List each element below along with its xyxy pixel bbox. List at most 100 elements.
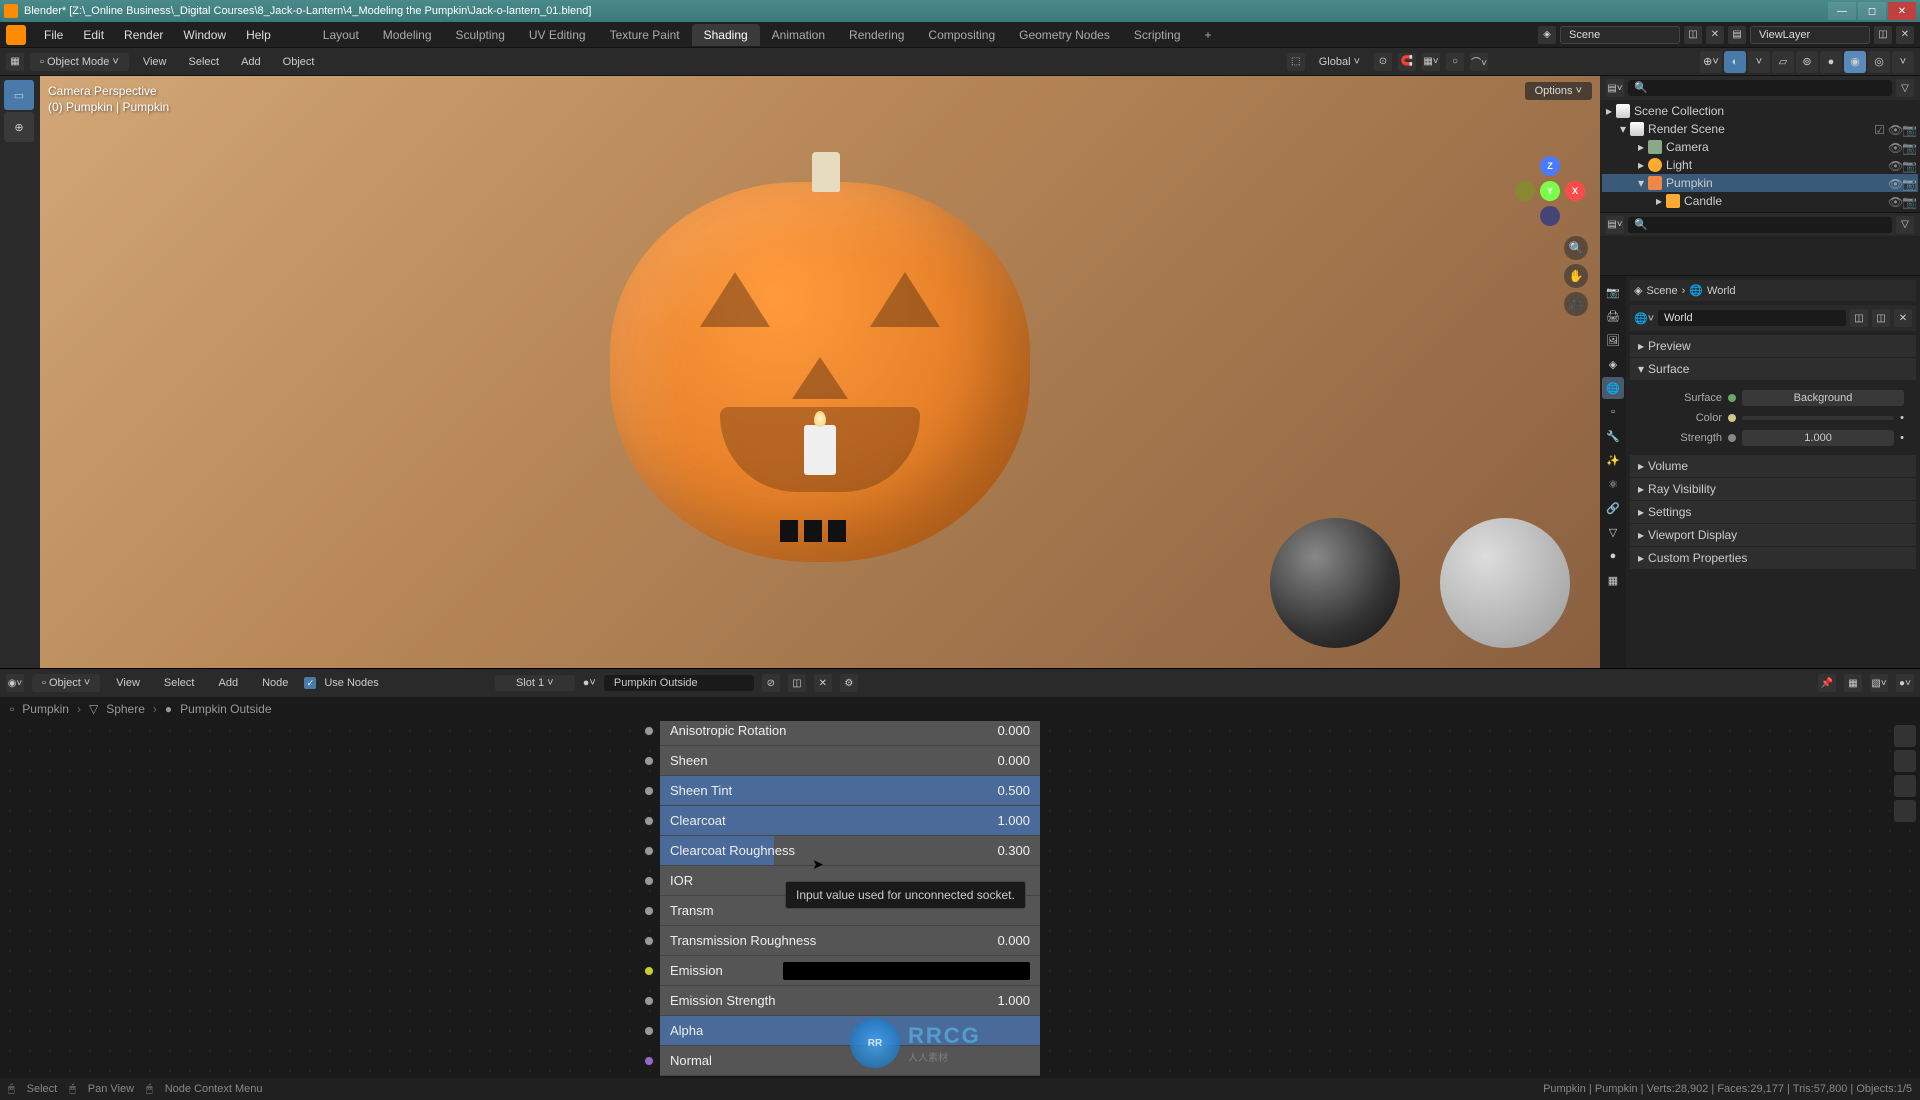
overlay-dropdown-icon[interactable]: ˅ xyxy=(1748,51,1770,73)
prop-tab-physics[interactable]: ⚛ xyxy=(1602,473,1624,495)
tab-add[interactable]: + xyxy=(1193,24,1224,46)
node-shading-icon[interactable]: ●˅ xyxy=(1896,674,1914,692)
tab-compositing[interactable]: Compositing xyxy=(916,24,1007,46)
mat-delete-icon[interactable]: ✕ xyxy=(814,674,832,692)
panel-surface[interactable]: ▾ Surface xyxy=(1630,358,1916,380)
prop-tab-modifier[interactable]: 🔧 xyxy=(1602,425,1624,447)
tab-rendering[interactable]: Rendering xyxy=(837,24,916,46)
layer-delete-icon[interactable]: ✕ xyxy=(1896,26,1914,44)
menu-render[interactable]: Render xyxy=(114,24,173,46)
world-delete-icon[interactable]: ✕ xyxy=(1894,309,1912,327)
prop-tab-view[interactable]: 🖼 xyxy=(1602,329,1624,351)
node-node[interactable]: Node xyxy=(254,674,296,692)
node-canvas[interactable]: Anisotropic Rotation0.000 Sheen0.000 She… xyxy=(0,721,1920,1078)
snap-type-icon[interactable]: ▦˅ xyxy=(1422,53,1440,71)
header-view[interactable]: View xyxy=(135,53,175,71)
close-button[interactable]: ✕ xyxy=(1888,2,1916,20)
3d-viewport[interactable]: ▭ ⊕ Camera Perspective (0) Pumpkin | Pum… xyxy=(0,76,1600,668)
prop-tab-particles[interactable]: ✨ xyxy=(1602,449,1624,471)
camera-view-icon[interactable]: 🎥 xyxy=(1564,292,1588,316)
tab-layout[interactable]: Layout xyxy=(311,24,371,46)
node-tool-3[interactable] xyxy=(1894,775,1916,797)
outliner-search[interactable] xyxy=(1628,80,1892,96)
gizmo-toggle-icon[interactable]: ⊕˅ xyxy=(1700,51,1722,73)
shading-rendered-icon[interactable]: ◎ xyxy=(1868,51,1890,73)
mat-copy-icon[interactable]: ◫ xyxy=(788,674,806,692)
layer-icon[interactable]: ▤ xyxy=(1728,26,1746,44)
tree-render-scene[interactable]: ▾ Render Scene ☑👁📷 xyxy=(1602,120,1918,138)
tab-shading[interactable]: Shading xyxy=(692,24,760,46)
outliner-type-icon[interactable]: ▤˅ xyxy=(1606,79,1624,97)
use-nodes-checkbox[interactable]: ✓ xyxy=(304,677,316,689)
maximize-button[interactable]: ◻ xyxy=(1858,2,1886,20)
node-tool-2[interactable] xyxy=(1894,750,1916,772)
panel-settings[interactable]: ▸ Settings xyxy=(1630,501,1916,523)
prop-tab-material[interactable]: ● xyxy=(1602,545,1624,567)
prop-tab-world[interactable]: 🌐 xyxy=(1602,377,1624,399)
header-select[interactable]: Select xyxy=(180,53,227,71)
snap-icon[interactable]: 🧲 xyxy=(1398,53,1416,71)
header-add[interactable]: Add xyxy=(233,53,269,71)
zoom-icon[interactable]: 🔍 xyxy=(1564,236,1588,260)
node-object-select[interactable]: ▫ Object ˅ xyxy=(32,674,100,692)
proportional-type-icon[interactable]: ⌒˅ xyxy=(1470,53,1488,71)
shading-dropdown-icon[interactable]: ˅ xyxy=(1892,51,1914,73)
prop-tab-output[interactable]: 🖨 xyxy=(1602,305,1624,327)
menu-file[interactable]: File xyxy=(34,24,73,46)
node-tool-1[interactable] xyxy=(1894,725,1916,747)
cursor-tool[interactable]: ⊕ xyxy=(4,112,34,142)
pan-icon[interactable]: ✋ xyxy=(1564,264,1588,288)
scene-icon[interactable]: ◈ xyxy=(1538,26,1556,44)
overlay-toggle-icon[interactable]: ◐ xyxy=(1724,51,1746,73)
editor-type-icon[interactable]: ▦ xyxy=(6,53,24,71)
blender-logo[interactable] xyxy=(6,25,26,45)
filter-icon[interactable]: ▽ xyxy=(1896,79,1914,97)
tree-candle[interactable]: ▸ Candle 👁📷 xyxy=(1602,192,1918,210)
header-object[interactable]: Object xyxy=(275,53,323,71)
shading-wireframe-icon[interactable]: ⊚ xyxy=(1796,51,1818,73)
node-pin-icon[interactable]: 📌 xyxy=(1818,674,1836,692)
tree-light[interactable]: ▸ Light 👁📷 xyxy=(1602,156,1918,174)
tab-scripting[interactable]: Scripting xyxy=(1122,24,1193,46)
slot-select[interactable]: Slot 1 ˅ xyxy=(495,675,575,691)
menu-edit[interactable]: Edit xyxy=(73,24,114,46)
panel-preview[interactable]: ▸ Preview xyxy=(1630,335,1916,357)
tab-modeling[interactable]: Modeling xyxy=(371,24,444,46)
scene-delete-icon[interactable]: ✕ xyxy=(1706,26,1724,44)
orientation-select[interactable]: Global ˅ xyxy=(1311,53,1368,71)
node-tool-4[interactable] xyxy=(1894,800,1916,822)
orientation-icon[interactable]: ⬚ xyxy=(1287,53,1305,71)
tab-sculpting[interactable]: Sculpting xyxy=(444,24,517,46)
node-editor-type-icon[interactable]: ◉˅ xyxy=(6,674,24,692)
world-name-input[interactable] xyxy=(1658,310,1846,326)
options-button[interactable]: Options ˅ xyxy=(1525,82,1592,100)
select-tool[interactable]: ▭ xyxy=(4,80,34,110)
mat-pin-icon[interactable]: ⊘ xyxy=(762,674,780,692)
layer-new-icon[interactable]: ◫ xyxy=(1874,26,1892,44)
panel-volume[interactable]: ▸ Volume xyxy=(1630,455,1916,477)
world-copy-icon[interactable]: ◫ xyxy=(1850,309,1868,327)
panel-viewport[interactable]: ▸ Viewport Display xyxy=(1630,524,1916,546)
tree-pumpkin[interactable]: ▾ Pumpkin 👁📷 xyxy=(1602,174,1918,192)
prop-tab-object[interactable]: ▫ xyxy=(1602,401,1624,423)
nav-gizmo[interactable]: Z Y X xyxy=(1515,156,1585,226)
panel-custom[interactable]: ▸ Custom Properties xyxy=(1630,547,1916,569)
xray-icon[interactable]: ▱ xyxy=(1772,51,1794,73)
tree-scene-collection[interactable]: ▸ Scene Collection xyxy=(1602,102,1918,120)
menu-help[interactable]: Help xyxy=(236,24,281,46)
world-new-icon[interactable]: ◫ xyxy=(1872,309,1890,327)
viewlayer-input[interactable] xyxy=(1750,26,1870,44)
outliner-type2-icon[interactable]: ▤˅ xyxy=(1606,216,1624,234)
outliner-search2[interactable] xyxy=(1628,217,1892,233)
prop-tab-render[interactable]: 📷 xyxy=(1602,281,1624,303)
mode-select[interactable]: ▫ Object Mode ˅ xyxy=(30,53,129,71)
tab-uv[interactable]: UV Editing xyxy=(517,24,598,46)
tab-texture[interactable]: Texture Paint xyxy=(598,24,692,46)
node-select[interactable]: Select xyxy=(156,674,203,692)
pivot-icon[interactable]: ⊙ xyxy=(1374,53,1392,71)
color-field[interactable] xyxy=(1742,416,1894,420)
scene-new-icon[interactable]: ◫ xyxy=(1684,26,1702,44)
node-add[interactable]: Add xyxy=(210,674,246,692)
tab-animation[interactable]: Animation xyxy=(760,24,837,46)
node-snap-icon[interactable]: ▦ xyxy=(1844,674,1862,692)
